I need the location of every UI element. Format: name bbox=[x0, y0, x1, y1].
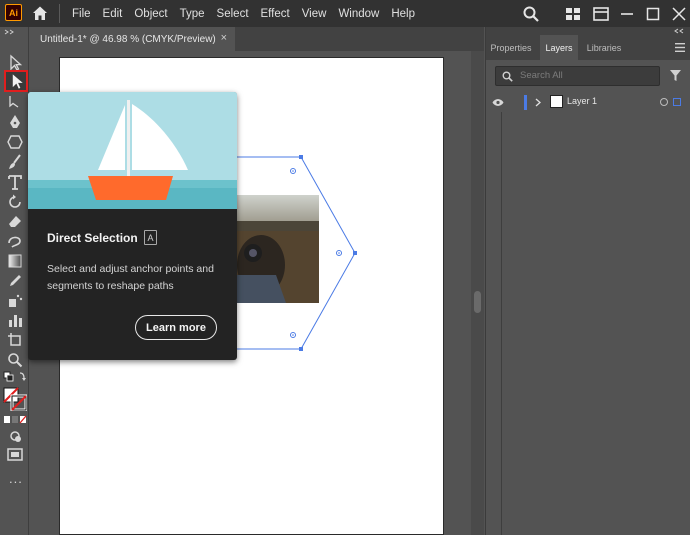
layers-panel: Properties Layers Libraries Search All L… bbox=[485, 27, 690, 535]
menu-object[interactable]: Object bbox=[128, 8, 173, 20]
paintbrush-tool-icon[interactable] bbox=[6, 153, 24, 171]
symbol-sprayer-tool-icon[interactable] bbox=[6, 291, 24, 309]
search-icon bbox=[502, 71, 513, 82]
edit-toolbar-button[interactable]: ... bbox=[9, 471, 23, 486]
layers-search-input[interactable]: Search All bbox=[495, 66, 660, 86]
sailboat-illustration bbox=[28, 92, 237, 209]
layer-name[interactable]: Layer 1 bbox=[567, 96, 597, 106]
shape-tool-icon[interactable] bbox=[6, 133, 24, 151]
layer-thumbnail bbox=[550, 95, 563, 108]
tab-properties[interactable]: Properties bbox=[486, 35, 536, 60]
eraser-tool-icon[interactable] bbox=[6, 212, 24, 230]
chevron-right-icon[interactable] bbox=[535, 98, 541, 107]
panel-tab-bar: Properties Layers Libraries bbox=[486, 35, 690, 60]
tooltip-description: Select and adjust anchor points and segm… bbox=[47, 263, 214, 292]
layer-row[interactable]: Layer 1 bbox=[486, 93, 690, 112]
app-logo: Ai bbox=[5, 4, 22, 21]
maximize-icon[interactable] bbox=[644, 5, 662, 23]
direct-selection-tool[interactable] bbox=[4, 70, 28, 92]
menu-file[interactable]: File bbox=[66, 8, 97, 20]
collapse-panels-icon[interactable] bbox=[673, 28, 685, 34]
zoom-tool-icon[interactable] bbox=[6, 351, 24, 369]
close-window-icon[interactable] bbox=[670, 5, 688, 23]
menu-help[interactable]: Help bbox=[385, 8, 421, 20]
filter-icon[interactable] bbox=[669, 69, 682, 82]
panel-column-divider bbox=[501, 112, 502, 535]
vertical-scrollbar[interactable] bbox=[471, 51, 484, 535]
search-placeholder: Search All bbox=[520, 70, 563, 81]
tab-libraries[interactable]: Libraries bbox=[582, 35, 626, 60]
learn-more-button[interactable]: Learn more bbox=[135, 315, 217, 340]
document-tab-bar: Untitled-1* @ 46.98 % (CMYK/Preview) × bbox=[29, 27, 484, 51]
menu-effect[interactable]: Effect bbox=[255, 8, 296, 20]
menu-view[interactable]: View bbox=[296, 8, 333, 20]
tooltip-shortcut-key: A bbox=[144, 230, 157, 245]
tab-layers[interactable]: Layers bbox=[540, 35, 578, 60]
menu-window[interactable]: Window bbox=[332, 8, 385, 20]
minimize-icon[interactable] bbox=[618, 5, 636, 23]
workspace-switcher-icon[interactable] bbox=[592, 5, 610, 23]
document-tab-title: Untitled-1* @ 46.98 % (CMYK/Preview) bbox=[40, 33, 216, 45]
close-tab-icon[interactable]: × bbox=[221, 32, 227, 44]
gradient-tool-icon[interactable] bbox=[6, 252, 24, 270]
layer-selection-indicator[interactable] bbox=[673, 98, 681, 106]
graph-tool-icon[interactable] bbox=[6, 311, 24, 329]
arrange-documents-icon[interactable] bbox=[564, 5, 582, 23]
tooltip-title: Direct Selection bbox=[47, 231, 138, 245]
panel-header-strip bbox=[486, 27, 690, 35]
panel-menu-icon[interactable] bbox=[675, 43, 685, 52]
fill-stroke-swatches[interactable] bbox=[3, 387, 27, 411]
menu-bar: Ai File Edit Object Type Select Effect V… bbox=[0, 0, 690, 27]
layer-target-icon[interactable] bbox=[660, 98, 668, 106]
screen-mode-icon[interactable] bbox=[6, 446, 24, 464]
collapse-toolbar-icon[interactable] bbox=[4, 29, 18, 35]
search-icon[interactable] bbox=[522, 5, 540, 23]
menu-separator bbox=[59, 4, 60, 23]
pen-tool-icon[interactable] bbox=[6, 113, 24, 131]
home-icon[interactable] bbox=[31, 4, 49, 22]
tools-panel: ... bbox=[0, 27, 29, 535]
menu-type[interactable]: Type bbox=[174, 8, 211, 20]
warp-tool-icon[interactable] bbox=[6, 232, 24, 250]
direct-selection-icon bbox=[12, 74, 23, 89]
menu-select[interactable]: Select bbox=[211, 8, 255, 20]
scrollbar-thumb[interactable] bbox=[474, 291, 481, 313]
draw-mode-icon[interactable] bbox=[6, 427, 24, 445]
type-tool-icon[interactable] bbox=[6, 173, 24, 191]
rotate-tool-icon[interactable] bbox=[6, 193, 24, 211]
document-tab[interactable]: Untitled-1* @ 46.98 % (CMYK/Preview) × bbox=[29, 27, 235, 51]
illustrator-window: Ai File Edit Object Type Select Effect V… bbox=[0, 0, 690, 535]
layer-color-indicator bbox=[524, 95, 527, 110]
color-mode-icons[interactable] bbox=[3, 415, 27, 425]
eye-visibility-icon[interactable] bbox=[492, 98, 504, 107]
tool-tip-panel: Direct Selection A Select and adjust anc… bbox=[28, 92, 237, 360]
menu-items: File Edit Object Type Select Effect View… bbox=[66, 0, 421, 27]
magic-wand-tool-icon[interactable] bbox=[6, 93, 24, 111]
menu-edit[interactable]: Edit bbox=[97, 8, 129, 20]
eyedropper-tool-icon[interactable] bbox=[6, 272, 24, 290]
default-swap-colors-icon[interactable] bbox=[3, 370, 27, 384]
artboard-tool-icon[interactable] bbox=[6, 331, 24, 349]
